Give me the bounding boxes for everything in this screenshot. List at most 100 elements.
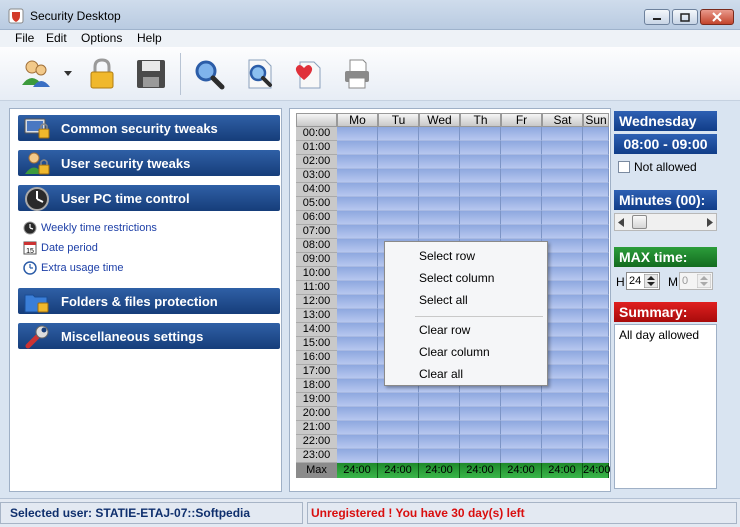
hour-label[interactable]: 21:00 xyxy=(296,421,337,435)
hour-label[interactable]: 13:00 xyxy=(296,309,337,323)
time-slot[interactable] xyxy=(419,211,460,225)
day-header-fr[interactable]: Fr xyxy=(501,113,542,127)
time-slot[interactable] xyxy=(378,155,419,169)
time-slot[interactable] xyxy=(460,155,501,169)
minutes-scrollbar[interactable] xyxy=(614,213,717,231)
time-slot[interactable] xyxy=(337,267,378,281)
time-slot[interactable] xyxy=(378,197,419,211)
hour-label[interactable]: 02:00 xyxy=(296,155,337,169)
time-slot[interactable] xyxy=(501,421,542,435)
menu-clear-all[interactable]: Clear all xyxy=(419,367,463,381)
hour-label[interactable]: 09:00 xyxy=(296,253,337,267)
hour-label[interactable]: 08:00 xyxy=(296,239,337,253)
time-slot[interactable] xyxy=(337,323,378,337)
minimize-button[interactable] xyxy=(644,9,670,25)
time-slot[interactable] xyxy=(337,449,378,463)
category-common-security-tweaks[interactable]: Common security tweaks xyxy=(18,115,280,141)
time-slot[interactable] xyxy=(460,169,501,183)
max-time-cell[interactable]: 24:00 xyxy=(337,463,378,478)
time-slot[interactable] xyxy=(501,393,542,407)
maximize-button[interactable] xyxy=(672,9,698,25)
hour-label[interactable]: 17:00 xyxy=(296,365,337,379)
time-slot[interactable] xyxy=(542,267,583,281)
menu-select-row[interactable]: Select row xyxy=(419,249,475,263)
time-slot[interactable] xyxy=(583,127,609,141)
dropdown-arrow-icon[interactable] xyxy=(64,71,72,77)
time-slot[interactable] xyxy=(378,225,419,239)
time-slot[interactable] xyxy=(583,323,609,337)
time-slot[interactable] xyxy=(337,197,378,211)
time-slot[interactable] xyxy=(337,365,378,379)
day-header-sat[interactable]: Sat xyxy=(542,113,583,127)
time-slot[interactable] xyxy=(583,183,609,197)
time-slot[interactable] xyxy=(501,407,542,421)
time-slot[interactable] xyxy=(501,155,542,169)
time-slot[interactable] xyxy=(501,127,542,141)
time-slot[interactable] xyxy=(419,407,460,421)
hour-label[interactable]: 18:00 xyxy=(296,379,337,393)
sub-item-date-period[interactable]: 15 Date period xyxy=(23,239,98,257)
time-slot[interactable] xyxy=(583,337,609,351)
sub-item-weekly-time-restrictions[interactable]: Weekly time restrictions xyxy=(23,219,157,237)
time-slot[interactable] xyxy=(583,211,609,225)
time-slot[interactable] xyxy=(583,295,609,309)
time-slot[interactable] xyxy=(337,225,378,239)
time-slot[interactable] xyxy=(419,169,460,183)
time-slot[interactable] xyxy=(542,407,583,421)
max-time-cell[interactable]: 24:00 xyxy=(501,463,542,478)
time-slot[interactable] xyxy=(378,169,419,183)
find-button[interactable] xyxy=(241,56,277,92)
hour-label[interactable]: 22:00 xyxy=(296,435,337,449)
time-slot[interactable] xyxy=(337,421,378,435)
hour-label[interactable]: 15:00 xyxy=(296,337,337,351)
time-slot[interactable] xyxy=(542,183,583,197)
time-slot[interactable] xyxy=(419,435,460,449)
max-time-cell[interactable]: 24:00 xyxy=(460,463,501,478)
time-slot[interactable] xyxy=(460,183,501,197)
hour-label[interactable]: 16:00 xyxy=(296,351,337,365)
time-slot[interactable] xyxy=(337,141,378,155)
hour-label[interactable]: 14:00 xyxy=(296,323,337,337)
time-slot[interactable] xyxy=(460,197,501,211)
time-slot[interactable] xyxy=(378,141,419,155)
time-slot[interactable] xyxy=(337,435,378,449)
time-slot[interactable] xyxy=(542,211,583,225)
time-slot[interactable] xyxy=(419,127,460,141)
time-slot[interactable] xyxy=(501,197,542,211)
hour-label[interactable]: 12:00 xyxy=(296,295,337,309)
hour-label[interactable]: 20:00 xyxy=(296,407,337,421)
time-slot[interactable] xyxy=(460,407,501,421)
time-slot[interactable] xyxy=(583,379,609,393)
time-slot[interactable] xyxy=(501,225,542,239)
lock-button[interactable] xyxy=(84,56,120,92)
time-slot[interactable] xyxy=(583,155,609,169)
category-user-pc-time-control[interactable]: User PC time control xyxy=(18,185,280,211)
time-slot[interactable] xyxy=(460,421,501,435)
favorite-button[interactable] xyxy=(290,56,326,92)
time-slot[interactable] xyxy=(419,197,460,211)
menu-help[interactable]: Help xyxy=(137,31,162,45)
time-slot[interactable] xyxy=(378,449,419,463)
time-slot[interactable] xyxy=(542,225,583,239)
grid-corner[interactable] xyxy=(296,113,337,127)
time-slot[interactable] xyxy=(337,155,378,169)
hour-label[interactable]: 05:00 xyxy=(296,197,337,211)
max-time-cell[interactable]: 24:00 xyxy=(419,463,460,478)
spinner-arrows-icon[interactable] xyxy=(644,274,658,288)
time-slot[interactable] xyxy=(501,211,542,225)
day-header-sun[interactable]: Sun xyxy=(583,113,609,127)
sub-item-extra-usage-time[interactable]: Extra usage time xyxy=(23,259,124,277)
time-slot[interactable] xyxy=(583,197,609,211)
time-slot[interactable] xyxy=(583,309,609,323)
day-header-wed[interactable]: Wed xyxy=(419,113,460,127)
time-slot[interactable] xyxy=(501,435,542,449)
time-slot[interactable] xyxy=(542,169,583,183)
time-slot[interactable] xyxy=(337,337,378,351)
time-slot[interactable] xyxy=(378,393,419,407)
time-slot[interactable] xyxy=(337,183,378,197)
close-button[interactable] xyxy=(700,9,734,25)
time-slot[interactable] xyxy=(460,141,501,155)
time-slot[interactable] xyxy=(542,127,583,141)
time-slot[interactable] xyxy=(337,379,378,393)
menu-file[interactable]: File xyxy=(15,31,34,45)
